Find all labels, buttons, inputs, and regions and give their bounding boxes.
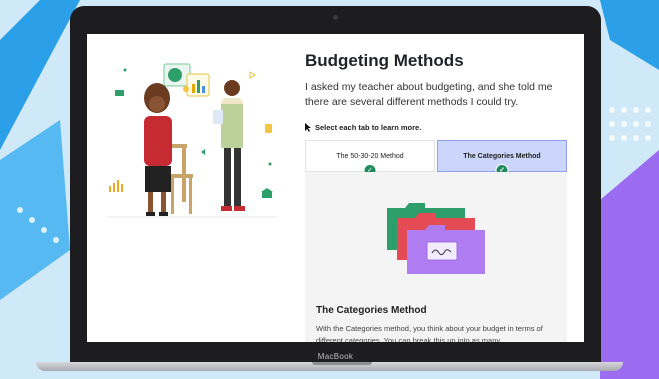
intro-text: I asked my teacher about budgeting, and … (305, 81, 553, 108)
tab-categories-method[interactable]: The Categories Method ✓ (437, 140, 567, 177)
calculator-icon (265, 124, 272, 133)
woman-figure (144, 83, 172, 216)
panel-heading: The Categories Method (316, 305, 427, 316)
laptop-base (36, 362, 623, 371)
bg-blob-left (0, 120, 70, 300)
triangle-icon (249, 71, 256, 79)
folders-illustration (387, 203, 485, 274)
tab-label: The 50-30-20 Method (336, 152, 404, 160)
camera (333, 15, 338, 20)
panel-text: With the Categories method, you think ab… (316, 324, 543, 342)
bg-blob-purple (600, 150, 659, 379)
instruction-text: Select each tab to learn more. (315, 123, 422, 132)
illustration (87, 34, 287, 342)
tab-panel: The Categories Method With the Categorie… (305, 172, 567, 342)
coin-icon (183, 86, 189, 92)
lesson-content: Budgeting Methods I asked my teacher abo… (305, 34, 580, 342)
device-brand-label: MacBook (317, 352, 354, 361)
laptop-frame: Budgeting Methods I asked my teacher abo… (70, 6, 601, 364)
man-figure (213, 80, 245, 211)
bank-icon (261, 188, 273, 192)
instruction: Select each tab to learn more. (305, 123, 421, 132)
chair (169, 144, 193, 214)
tab-list: The 50-30-20 Method ✓ The Categories Met… (305, 140, 567, 177)
bg-stripe-left (0, 0, 80, 150)
tab-label: The Categories Method (463, 152, 541, 160)
paper-icon (213, 110, 223, 124)
cursor-icon (305, 123, 311, 132)
screen: Budgeting Methods I asked my teacher abo… (87, 34, 584, 342)
base-notch (312, 362, 372, 365)
signature-card-icon (426, 241, 458, 261)
bg-stripe-right (600, 0, 659, 70)
pie-chart-icon (168, 68, 182, 82)
money-icon (115, 90, 124, 96)
page-title: Budgeting Methods (305, 51, 464, 70)
tab-50-30-20-method[interactable]: The 50-30-20 Method ✓ (305, 140, 435, 177)
